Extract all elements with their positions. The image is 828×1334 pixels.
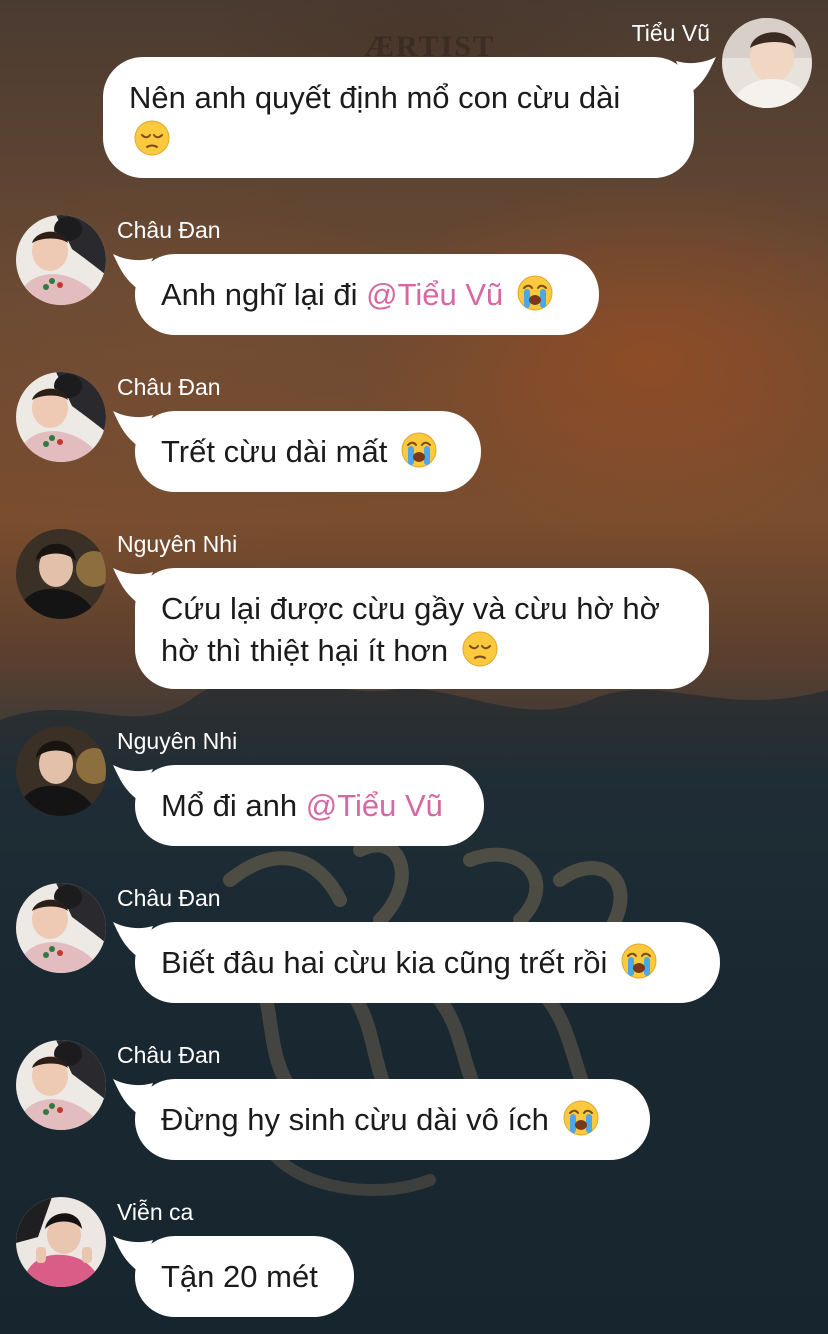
avatar-nguyen-nhi[interactable] [16,726,106,816]
mention-link[interactable]: @Tiểu Vũ [306,788,443,823]
message-text: Đừng hy sinh cừu dài vô ích [161,1102,549,1137]
message-bubble[interactable]: Tận 20 mét [113,1236,354,1317]
message-text: Biết đâu hai cừu kia cũng trết rồi [161,945,608,980]
avatar-tieu-vu[interactable] [722,18,812,108]
loudly-crying-face-emoji [620,942,658,980]
sender-name: Viễn ca [117,1199,194,1225]
message-bubble[interactable]: Nên anh quyết định mổ con cừu dài [103,57,716,178]
pensive-face-emoji [133,119,171,157]
loudly-crying-face-emoji [516,274,554,312]
loudly-crying-face-emoji [400,431,438,469]
message-bubble[interactable]: Trết cừu dài mất [113,411,481,492]
avatar-chau-dan[interactable] [16,883,106,973]
avatar-nguyen-nhi[interactable] [16,529,106,619]
sender-name: Nguyên Nhi [117,728,238,754]
bubble-tail [113,254,153,290]
message-text: Tận 20 mét [161,1259,318,1294]
sender-name: Châu Đan [117,1042,221,1068]
message-text: Mổ đi anh [161,788,298,823]
bubble-tail [113,922,153,958]
avatar-chau-dan[interactable] [16,1040,106,1130]
sender-name: Châu Đan [117,217,221,243]
bubble-tail [113,568,153,604]
sender-name: Tiểu Vũ [631,20,710,46]
message-text: Anh nghĩ lại đi [161,277,358,312]
pensive-face-emoji [461,630,499,668]
sender-name: Châu Đan [117,885,221,911]
message-text: Cứu lại được cừu gầy và cừu hờ hờ hờ thì… [161,591,660,668]
message-bubble[interactable]: Biết đâu hai cừu kia cũng trết rồi [113,922,720,1003]
bubble-tail [113,1236,153,1272]
bubble-tail [113,765,153,801]
sender-name: Châu Đan [117,374,221,400]
avatar-chau-dan[interactable] [16,372,106,462]
message-text: Nên anh quyết định mổ con cừu dài [129,80,621,115]
avatar-chau-dan[interactable] [16,215,106,305]
message-bubble[interactable]: Anh nghĩ lại đi @Tiểu Vũ [113,254,599,335]
sender-name: Nguyên Nhi [117,531,238,557]
message-bubble[interactable]: Mổ đi anh @Tiểu Vũ [113,765,484,846]
message-bubble[interactable]: Đừng hy sinh cừu dài vô ích [113,1079,650,1160]
message-bubble[interactable]: Cứu lại được cừu gầy và cừu hờ hờ hờ thì… [113,568,709,689]
bubble-tail [113,411,153,447]
avatar-vien-ca[interactable] [16,1197,106,1287]
bubble-tail [676,57,716,93]
loudly-crying-face-emoji [562,1099,600,1137]
mention-link[interactable]: @Tiểu Vũ [366,277,503,312]
message-text: Trết cừu dài mất [161,434,388,469]
bubble-tail [113,1079,153,1115]
